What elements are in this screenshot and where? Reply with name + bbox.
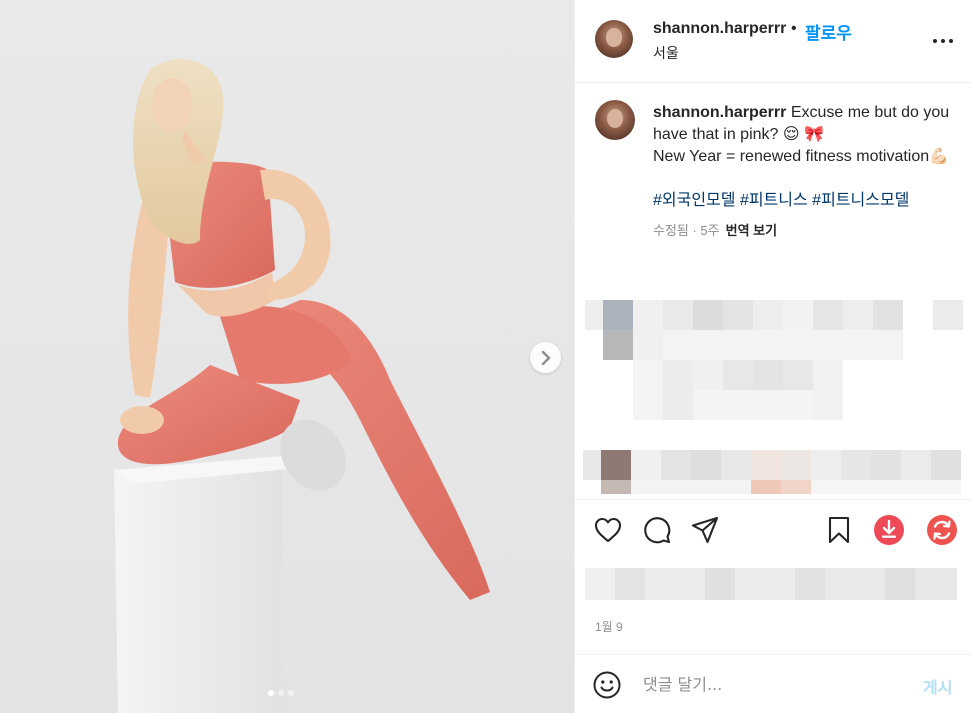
- location-link[interactable]: 서울: [653, 43, 679, 63]
- comment-icon: [644, 517, 671, 544]
- comment-button[interactable]: [641, 514, 673, 546]
- carousel-indicator: [268, 690, 294, 696]
- smiley-icon: [593, 671, 621, 699]
- download-button[interactable]: [873, 514, 905, 546]
- heart-icon: [594, 517, 622, 543]
- chevron-right-icon: [541, 350, 550, 365]
- share-icon: [691, 516, 719, 544]
- save-button[interactable]: [823, 514, 855, 546]
- username-link[interactable]: shannon.harperrr: [653, 20, 786, 38]
- post-media[interactable]: [0, 0, 574, 713]
- next-slide-button[interactable]: [530, 342, 561, 373]
- translate-link[interactable]: 번역 보기: [726, 223, 777, 238]
- post-date: 1월 9: [595, 620, 623, 634]
- refresh-icon: [927, 515, 957, 545]
- caption-edited-age: 수정됨 · 5주: [653, 223, 720, 238]
- more-options-icon[interactable]: [933, 31, 955, 51]
- carousel-dot-active: [268, 690, 274, 696]
- caption-username[interactable]: shannon.harperrr: [653, 104, 786, 121]
- caption-hashtags[interactable]: #외국인모델 #피트니스 #피트니스모델: [653, 190, 953, 212]
- bookmark-icon: [828, 516, 850, 544]
- emoji-button[interactable]: [593, 671, 621, 704]
- blurred-comment: [583, 450, 971, 494]
- blurred-comment: [585, 298, 971, 420]
- carousel-dot: [288, 690, 294, 696]
- follow-button[interactable]: 팔로우: [805, 19, 852, 44]
- post-photo: [114, 59, 518, 713]
- caption-meta: 수정됨 · 5주 번역 보기: [653, 220, 953, 242]
- avatar[interactable]: [595, 20, 633, 58]
- like-button[interactable]: [592, 514, 624, 546]
- action-bar: [575, 500, 971, 560]
- carousel-dot: [278, 690, 284, 696]
- separator-dot: •: [791, 20, 797, 37]
- share-button[interactable]: [689, 514, 721, 546]
- caption-avatar[interactable]: [595, 100, 635, 140]
- post-side-panel: shannon.harperrr • 팔로우 서울 shannon.harper…: [574, 0, 971, 713]
- caption-text-2: New Year = renewed fitness motivation💪🏻: [653, 148, 950, 165]
- post-header: shannon.harperrr • 팔로우 서울: [575, 0, 971, 83]
- download-icon: [874, 515, 904, 545]
- blurred-likes: [585, 568, 957, 600]
- comment-input[interactable]: [643, 671, 913, 697]
- comment-bar: 게시: [575, 654, 971, 713]
- post-comment-button[interactable]: 게시: [923, 674, 952, 698]
- refresh-button[interactable]: [926, 514, 958, 546]
